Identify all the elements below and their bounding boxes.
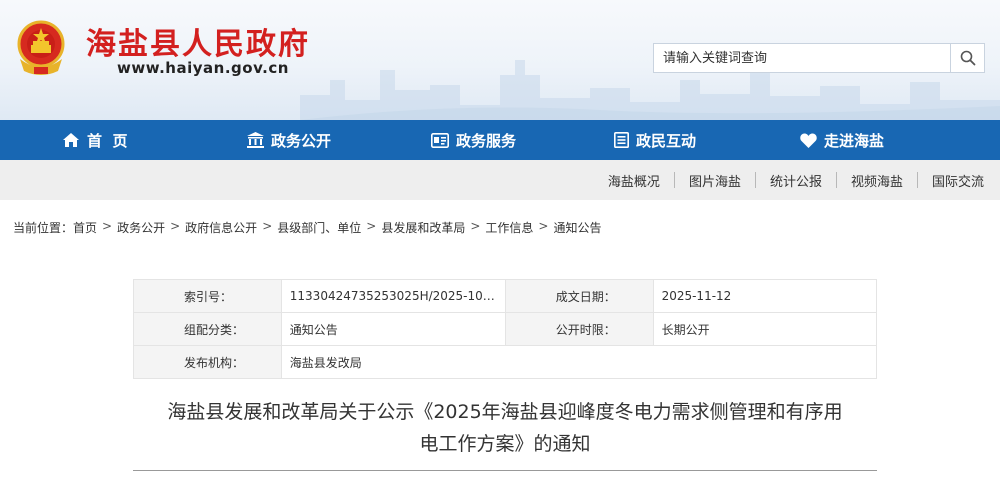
subnav-item-statistics[interactable]: 统计公报 — [756, 171, 836, 190]
nav-item-home[interactable]: 首 页 — [62, 130, 127, 151]
document-title: 海盐县发展和改革局关于公示《2025年海盐县迎峰度冬电力需求侧管理和有序用 电工… — [133, 396, 877, 460]
national-emblem-icon — [17, 20, 65, 75]
id-card-icon — [431, 132, 449, 148]
table-row: 索引号： 11330424735253025H/2025-10104... 成文… — [133, 279, 878, 313]
chevron-right-icon: > — [366, 219, 377, 233]
breadcrumb-drc[interactable]: 县发展和改革局 — [381, 219, 465, 236]
breadcrumb-home[interactable]: 首页 — [73, 219, 97, 236]
sub-nav: 海盐概况 图片海盐 统计公报 视频海盐 国际交流 — [0, 160, 1000, 200]
publisher-value: 海盐县发改局 — [280, 345, 878, 379]
index-value: 11330424735253025H/2025-10104... — [280, 279, 506, 313]
document-title-line: 电工作方案》的通知 — [419, 433, 591, 455]
nav-item-label: 走进海盐 — [824, 131, 885, 150]
subnav-item-overview[interactable]: 海盐概况 — [594, 171, 674, 190]
chevron-right-icon: > — [262, 219, 273, 233]
subnav-item-videos[interactable]: 视频海盐 — [837, 171, 917, 190]
search-icon — [960, 50, 975, 66]
category-label: 组配分类： — [133, 312, 282, 346]
nav-item-label: 政民互动 — [636, 131, 697, 150]
table-row: 发布机构： 海盐县发改局 — [133, 345, 878, 379]
nav-item-label: 首 页 — [87, 131, 128, 150]
nav-item-services[interactable]: 政务服务 — [431, 130, 516, 151]
chevron-right-icon: > — [470, 219, 481, 233]
chevron-right-icon: > — [538, 219, 549, 233]
site-url[interactable]: www.haiyan.gov.cn — [117, 59, 289, 77]
home-icon — [63, 133, 79, 147]
subnav-item-photos[interactable]: 图片海盐 — [675, 171, 755, 190]
site-title[interactable]: 海盐县人民政府 — [86, 19, 310, 63]
building-icon — [247, 132, 264, 148]
breadcrumb: 当前位置： 首页 > 政务公开 > 政府信息公开 > 县级部门、单位 > 县发展… — [13, 219, 602, 236]
subnav-item-international[interactable]: 国际交流 — [918, 171, 984, 190]
search-input[interactable] — [654, 44, 950, 72]
breadcrumb-gov-info[interactable]: 政府信息公开 — [185, 219, 257, 236]
breadcrumb-prefix: 当前位置： — [13, 221, 74, 235]
list-icon — [614, 132, 629, 148]
period-value: 长期公开 — [652, 312, 878, 346]
nav-item-about-haiyan[interactable]: 走进海盐 — [800, 130, 884, 151]
nav-item-label: 政务公开 — [271, 131, 332, 150]
nav-item-label: 政务服务 — [456, 131, 517, 150]
breadcrumb-departments[interactable]: 县级部门、单位 — [277, 219, 361, 236]
nav-item-gov-affairs[interactable]: 政务公开 — [247, 130, 331, 151]
search-button[interactable] — [950, 44, 984, 72]
date-value: 2025-11-12 — [652, 279, 878, 313]
breadcrumb-gov-affairs[interactable]: 政务公开 — [117, 219, 165, 236]
chevron-right-icon: > — [102, 219, 113, 233]
title-divider — [133, 470, 877, 471]
nav-item-interaction[interactable]: 政民互动 — [614, 130, 696, 151]
site-header: 海盐县人民政府 www.haiyan.gov.cn — [0, 0, 1000, 120]
document-title-line: 海盐县发展和改革局关于公示《2025年海盐县迎峰度冬电力需求侧管理和有序用 — [167, 401, 843, 423]
period-label: 公开时限： — [504, 312, 654, 346]
search-box — [653, 43, 985, 73]
category-value: 通知公告 — [280, 312, 506, 346]
chevron-right-icon: > — [170, 219, 181, 233]
breadcrumb-work-info[interactable]: 工作信息 — [485, 219, 533, 236]
date-label: 成文日期： — [504, 279, 654, 313]
heart-icon — [800, 133, 817, 148]
main-nav: 首 页 政务公开 政务服务 政民互动 走进海盐 — [0, 120, 1000, 160]
table-row: 组配分类： 通知公告 公开时限： 长期公开 — [133, 312, 878, 346]
document-meta-table: 索引号： 11330424735253025H/2025-10104... 成文… — [133, 279, 878, 379]
publisher-label: 发布机构： — [133, 345, 282, 379]
breadcrumb-notices[interactable]: 通知公告 — [553, 219, 601, 236]
index-label: 索引号： — [133, 279, 282, 313]
